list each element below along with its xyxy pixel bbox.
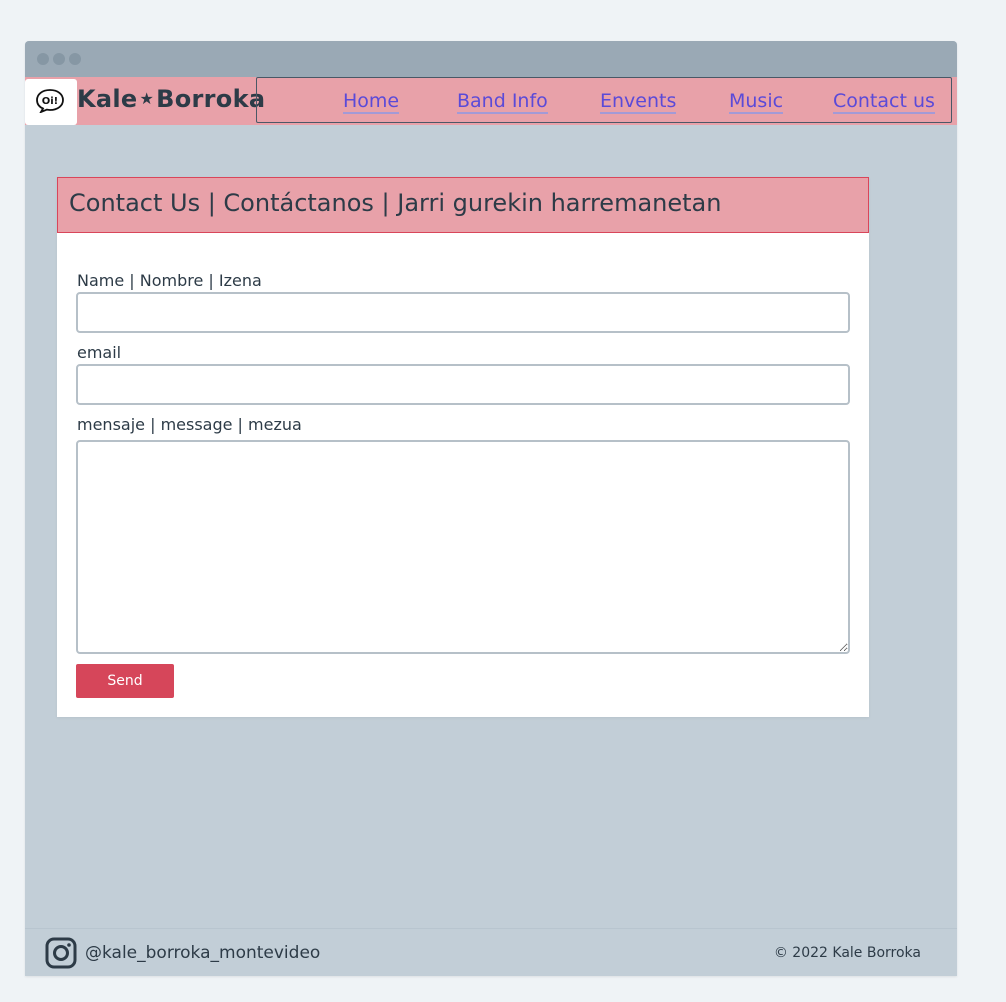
message-textarea[interactable] — [76, 440, 850, 654]
copyright-text: © 2022 Kale Borroka — [773, 945, 921, 961]
message-label: mensaje | message | mezua — [77, 415, 302, 434]
brand-name[interactable]: Kale ★Borroka — [77, 85, 265, 113]
window-close-dot[interactable] — [37, 53, 49, 65]
brand-name-part1: Kale — [77, 85, 138, 113]
send-button[interactable]: Send — [76, 664, 174, 698]
nav-band-info-link[interactable]: Band Info — [457, 90, 548, 114]
main-nav: Home Band Info Envents Music Contact us — [256, 77, 952, 123]
nav-contact-link[interactable]: Contact us — [833, 90, 935, 114]
contact-form-title: Contact Us | Contáctanos | Jarri gurekin… — [69, 189, 722, 217]
contact-form-header: Contact Us | Contáctanos | Jarri gurekin… — [57, 177, 869, 233]
site-footer: @kale_borroka_montevideo © 2022 Kale Bor… — [25, 928, 957, 976]
logo[interactable]: Oi! — [25, 79, 77, 125]
window-minimize-dot[interactable] — [53, 53, 65, 65]
window-titlebar — [25, 41, 957, 77]
email-label: email — [77, 343, 122, 362]
window-maximize-dot[interactable] — [69, 53, 81, 65]
contact-form-card: Contact Us | Contáctanos | Jarri gurekin… — [57, 177, 869, 717]
svg-text:Oi!: Oi! — [42, 96, 59, 107]
oi-speech-bubble-icon: Oi! — [36, 89, 64, 113]
instagram-icon[interactable] — [45, 937, 77, 969]
nav-music-link[interactable]: Music — [729, 90, 784, 114]
name-input[interactable] — [76, 292, 850, 333]
email-input[interactable] — [76, 364, 850, 405]
brand-star-icon: ★ — [139, 89, 155, 108]
nav-events-link[interactable]: Envents — [600, 90, 677, 114]
browser-window: Oi! Kale ★Borroka Home Band Info Envents … — [25, 41, 957, 976]
nav-home-link[interactable]: Home — [343, 90, 400, 114]
instagram-handle-link[interactable]: @kale_borroka_montevideo — [85, 943, 320, 963]
name-label: Name | Nombre | Izena — [77, 271, 262, 290]
brand-name-part2: Borroka — [156, 85, 266, 113]
